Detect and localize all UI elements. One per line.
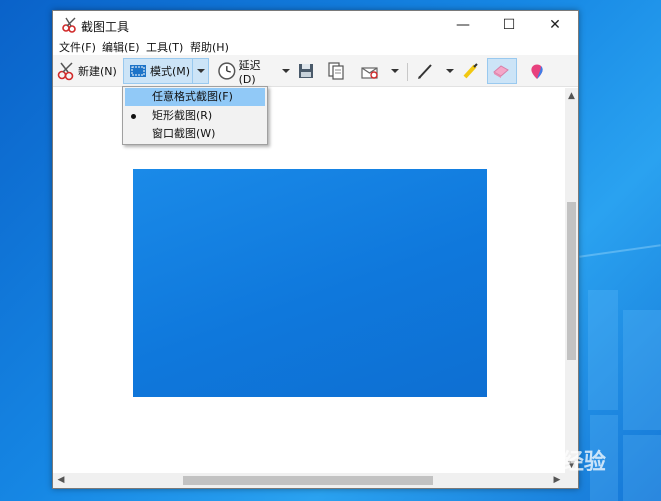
save-icon: [299, 64, 313, 78]
copy-icon: [328, 62, 344, 80]
rectangle-snip-icon: [130, 65, 146, 77]
mode-option-label: 任意格式截图(F): [152, 90, 233, 103]
envelope-icon: [361, 67, 378, 79]
scroll-left-icon[interactable]: ◀: [55, 473, 67, 488]
delay-label: 延迟(D): [238, 58, 261, 86]
mode-option-label: 窗口截图(W): [152, 127, 216, 140]
menu-tools[interactable]: 工具(T): [146, 39, 183, 55]
highlighter-button[interactable]: [458, 58, 484, 84]
desktop-window-pane: [588, 290, 618, 410]
snip-canvas[interactable]: [53, 88, 565, 473]
horizontal-scroll-thumb[interactable]: [183, 476, 433, 485]
close-button[interactable]: ✕: [532, 11, 578, 39]
menu-bar: 文件(F) 编辑(E) 工具(T) 帮助(H): [53, 39, 578, 55]
scissors-icon: [62, 17, 76, 33]
scroll-up-icon[interactable]: ▲: [565, 90, 578, 102]
delay-button[interactable]: 延迟(D): [215, 58, 277, 86]
highlighter-icon: [463, 63, 478, 79]
mode-button[interactable]: 模式(M): [123, 58, 193, 84]
baidu-watermark: Bai 经验: [505, 440, 635, 475]
mode-option-window[interactable]: 窗口截图(W): [125, 125, 265, 143]
chevron-down-icon: [446, 69, 454, 73]
mode-option-label: 矩形截图(R): [152, 109, 213, 122]
selected-bullet-icon: [131, 114, 136, 119]
delay-dropdown-arrow[interactable]: [279, 58, 293, 84]
new-snip-button[interactable]: 新建(N): [56, 58, 118, 84]
scissors-icon: [57, 62, 74, 81]
eraser-button[interactable]: [487, 58, 517, 84]
mode-option-rectangle[interactable]: 矩形截图(R): [125, 107, 265, 125]
send-dropdown-arrow[interactable]: [388, 58, 402, 84]
chevron-down-icon: [391, 69, 399, 73]
save-snip-button[interactable]: [296, 58, 318, 84]
chevron-down-icon: [196, 69, 205, 73]
toolbar-separator: [407, 63, 408, 81]
send-snip-button[interactable]: [356, 58, 386, 84]
vertical-scrollbar[interactable]: ▲ ▼: [565, 88, 578, 473]
mode-option-freeform[interactable]: 任意格式截图(F): [125, 88, 265, 106]
menu-edit[interactable]: 编辑(E): [102, 39, 140, 55]
window-title: 截图工具: [81, 20, 130, 34]
menu-file[interactable]: 文件(F): [59, 39, 96, 55]
new-snip-label: 新建(N): [78, 65, 117, 78]
clock-icon: [218, 62, 236, 80]
pen-button[interactable]: [413, 58, 439, 84]
mode-dropdown-menu: 任意格式截图(F) 矩形截图(R) 窗口截图(W): [122, 86, 268, 145]
pen-icon: [418, 64, 432, 79]
desktop-light-line: [579, 244, 661, 258]
title-bar[interactable]: 截图工具 — ☐ ✕: [53, 11, 578, 39]
horizontal-scrollbar[interactable]: ◀ ▶: [53, 473, 565, 488]
vertical-scroll-thumb[interactable]: [567, 202, 576, 360]
toolbar: 新建(N) 模式(M) 延迟(D): [53, 55, 578, 87]
maximize-button[interactable]: ☐: [486, 11, 532, 39]
copy-button[interactable]: [325, 58, 349, 84]
paint3d-button[interactable]: [525, 58, 551, 84]
mode-label: 模式(M): [150, 65, 191, 78]
captured-image: [133, 169, 487, 397]
paint3d-icon: [531, 64, 543, 79]
desktop-window-pane: [623, 310, 661, 430]
chevron-down-icon: [282, 69, 290, 73]
snipping-tool-window: 截图工具 — ☐ ✕ 文件(F) 编辑(E) 工具(T) 帮助(H) 新建(N)…: [52, 10, 579, 489]
menu-help[interactable]: 帮助(H): [190, 39, 229, 55]
eraser-icon: [493, 65, 509, 78]
pen-dropdown-arrow[interactable]: [443, 58, 457, 84]
watermark-text: Bai 经验: [515, 450, 606, 475]
mode-dropdown-arrow[interactable]: [193, 58, 209, 84]
minimize-button[interactable]: —: [440, 11, 486, 39]
